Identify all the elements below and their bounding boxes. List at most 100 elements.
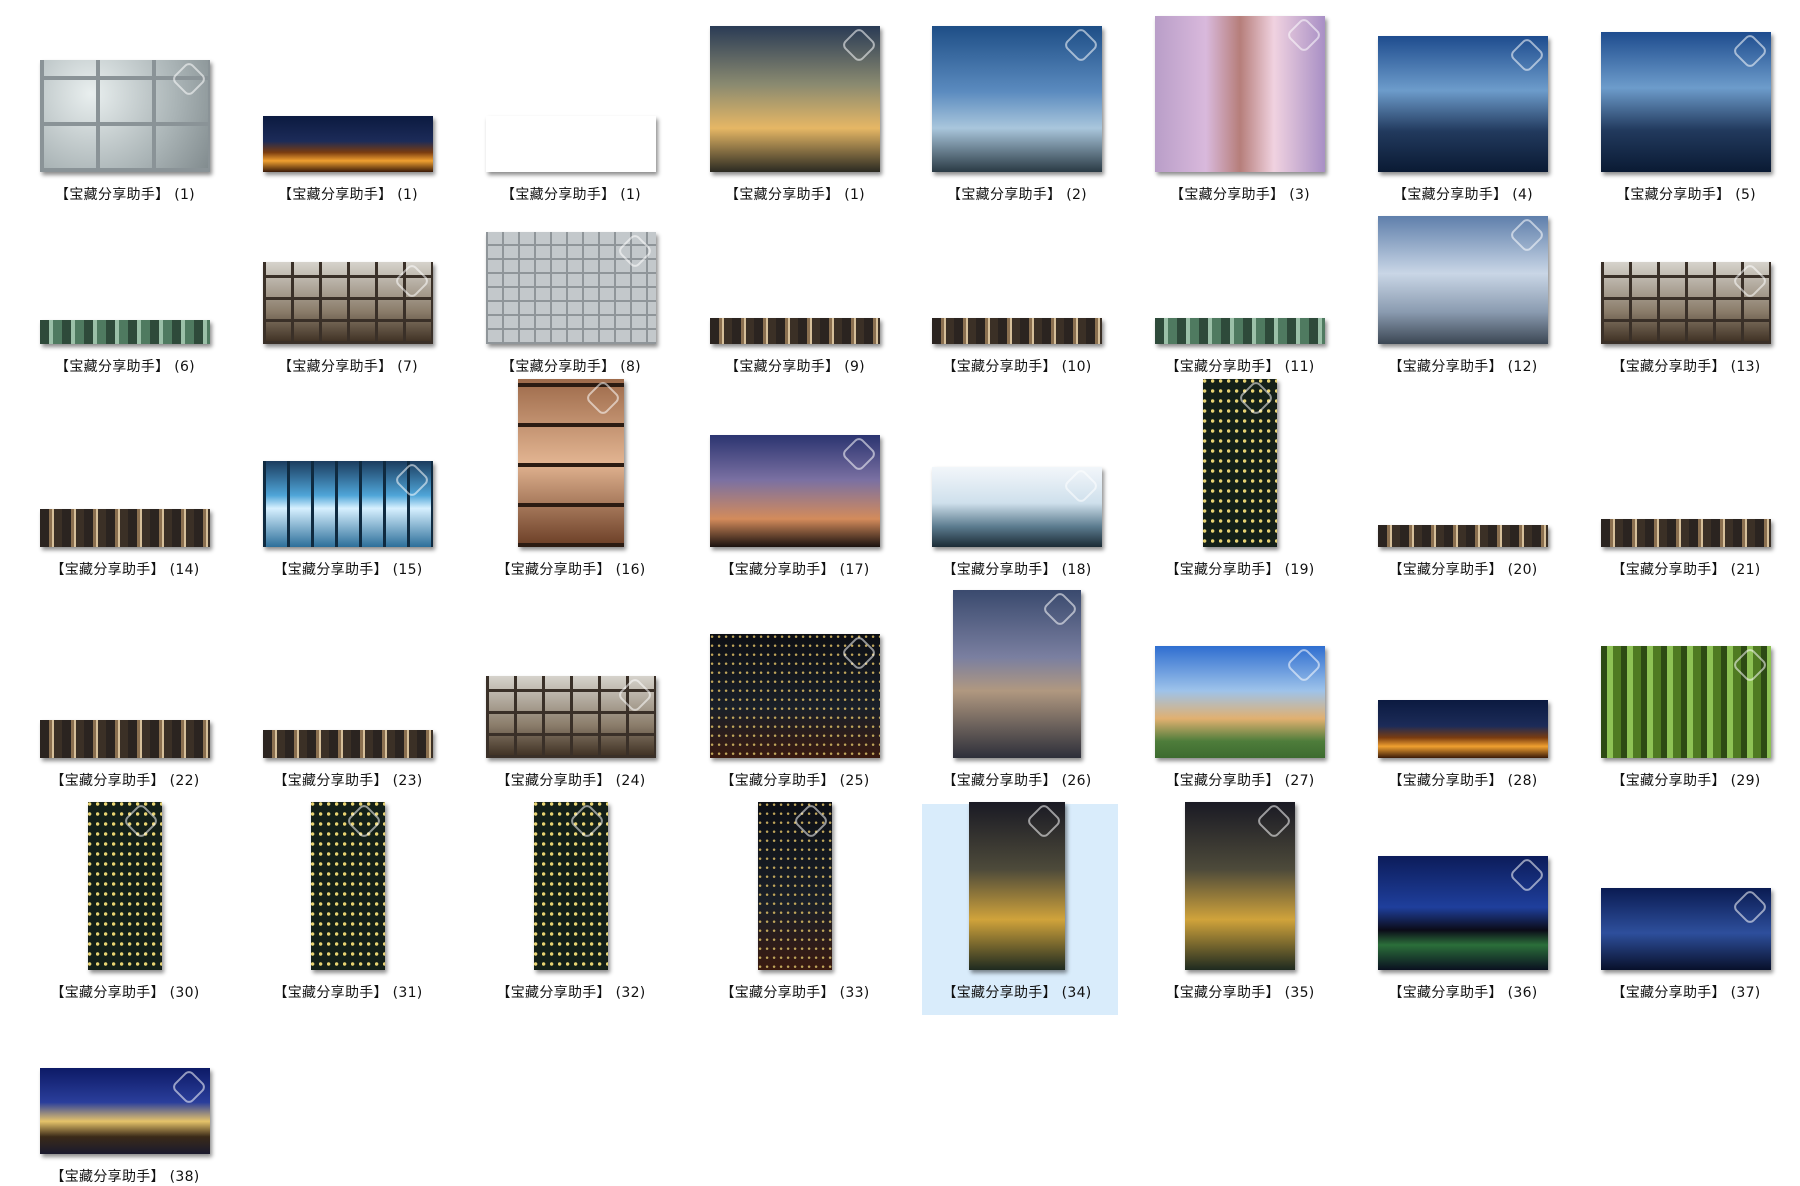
thumbnail-item[interactable]: 【宝藏分享助手】 (37) bbox=[1588, 806, 1784, 1002]
thumbnail-item[interactable]: 【宝藏分享助手】 (10) bbox=[919, 180, 1115, 376]
thumbnail-frame[interactable] bbox=[1365, 383, 1561, 553]
thumbnail-frame[interactable] bbox=[1142, 802, 1338, 976]
thumbnail-frame[interactable] bbox=[697, 8, 893, 178]
thumbnail-frame[interactable] bbox=[1588, 180, 1784, 350]
thumbnail-image[interactable] bbox=[1378, 700, 1548, 758]
thumbnail-frame[interactable] bbox=[27, 990, 223, 1160]
thumbnail-item[interactable]: 【宝藏分享助手】 (18) bbox=[919, 383, 1115, 579]
thumbnail-image[interactable] bbox=[1601, 262, 1771, 344]
thumbnail-item[interactable]: 【宝藏分享助手】 (34) bbox=[919, 802, 1118, 1015]
thumbnail-image[interactable] bbox=[710, 435, 880, 547]
thumbnail-frame[interactable] bbox=[27, 180, 223, 350]
thumbnail-item[interactable]: 【宝藏分享助手】 (1) bbox=[473, 8, 669, 204]
thumbnail-image[interactable] bbox=[1378, 36, 1548, 172]
thumbnail-frame[interactable] bbox=[697, 383, 893, 553]
thumbnail-image[interactable] bbox=[1203, 379, 1277, 547]
thumbnail-image[interactable] bbox=[263, 116, 433, 172]
thumbnail-item[interactable]: 【宝藏分享助手】 (28) bbox=[1365, 594, 1561, 790]
thumbnail-image[interactable] bbox=[534, 802, 608, 970]
thumbnail-item[interactable]: 【宝藏分享助手】 (15) bbox=[250, 383, 446, 579]
thumbnail-image[interactable] bbox=[486, 116, 656, 172]
thumbnail-item[interactable]: 【宝藏分享助手】 (6) bbox=[27, 180, 223, 376]
thumbnail-frame[interactable] bbox=[1365, 594, 1561, 764]
thumbnail-image[interactable] bbox=[932, 26, 1102, 172]
thumbnail-frame[interactable] bbox=[1365, 180, 1561, 350]
thumbnail-frame[interactable] bbox=[1142, 379, 1338, 553]
thumbnail-item[interactable]: 【宝藏分享助手】 (20) bbox=[1365, 383, 1561, 579]
thumbnail-image[interactable] bbox=[969, 802, 1065, 970]
thumbnail-frame[interactable] bbox=[1588, 594, 1784, 764]
thumbnail-item[interactable]: 【宝藏分享助手】 (17) bbox=[697, 383, 893, 579]
thumbnail-item[interactable]: 【宝藏分享助手】 (9) bbox=[697, 180, 893, 376]
thumbnail-item[interactable]: 【宝藏分享助手】 (29) bbox=[1588, 594, 1784, 790]
thumbnail-image[interactable] bbox=[1155, 646, 1325, 758]
thumbnail-item[interactable]: 【宝藏分享助手】 (35) bbox=[1142, 802, 1338, 1002]
thumbnail-item[interactable]: 【宝藏分享助手】 (7) bbox=[250, 180, 446, 376]
thumbnail-item[interactable]: 【宝藏分享助手】 (36) bbox=[1365, 806, 1561, 1002]
thumbnail-image[interactable] bbox=[40, 320, 210, 344]
thumbnail-frame[interactable] bbox=[1588, 806, 1784, 976]
thumbnail-image[interactable] bbox=[710, 318, 880, 344]
thumbnail-item[interactable]: 【宝藏分享助手】 (22) bbox=[27, 594, 223, 790]
thumbnail-frame[interactable] bbox=[473, 180, 669, 350]
thumbnail-frame[interactable] bbox=[250, 383, 446, 553]
thumbnail-frame[interactable] bbox=[250, 180, 446, 350]
thumbnail-image[interactable] bbox=[40, 60, 210, 172]
thumbnail-item[interactable]: 【宝藏分享助手】 (23) bbox=[250, 594, 446, 790]
thumbnail-frame[interactable] bbox=[27, 594, 223, 764]
thumbnail-item[interactable]: 【宝藏分享助手】 (27) bbox=[1142, 594, 1338, 790]
thumbnail-image[interactable] bbox=[1601, 646, 1771, 758]
thumbnail-item[interactable]: 【宝藏分享助手】 (14) bbox=[27, 383, 223, 579]
thumbnail-image[interactable] bbox=[1185, 802, 1295, 970]
thumbnail-image[interactable] bbox=[40, 509, 210, 547]
thumbnail-item[interactable]: 【宝藏分享助手】 (13) bbox=[1588, 180, 1784, 376]
thumbnail-image[interactable] bbox=[263, 262, 433, 344]
thumbnail-item[interactable]: 【宝藏分享助手】 (3) bbox=[1142, 8, 1338, 204]
thumbnail-frame[interactable] bbox=[250, 594, 446, 764]
thumbnail-image[interactable] bbox=[932, 318, 1102, 344]
thumbnail-image[interactable] bbox=[1155, 318, 1325, 344]
thumbnail-image[interactable] bbox=[486, 232, 656, 344]
thumbnail-image[interactable] bbox=[1378, 856, 1548, 970]
thumbnail-frame[interactable] bbox=[919, 802, 1115, 976]
thumbnail-image[interactable] bbox=[1601, 888, 1771, 970]
thumbnail-item[interactable]: 【宝藏分享助手】 (31) bbox=[250, 802, 446, 1002]
thumbnail-frame[interactable] bbox=[1142, 8, 1338, 178]
thumbnail-item[interactable]: 【宝藏分享助手】 (24) bbox=[473, 594, 669, 790]
thumbnail-item[interactable]: 【宝藏分享助手】 (1) bbox=[250, 8, 446, 204]
thumbnail-frame[interactable] bbox=[697, 594, 893, 764]
thumbnail-item[interactable]: 【宝藏分享助手】 (8) bbox=[473, 180, 669, 376]
thumbnail-image[interactable] bbox=[88, 802, 162, 970]
thumbnail-item[interactable]: 【宝藏分享助手】 (25) bbox=[697, 594, 893, 790]
thumbnail-item[interactable]: 【宝藏分享助手】 (1) bbox=[697, 8, 893, 204]
thumbnail-image[interactable] bbox=[311, 802, 385, 970]
thumbnail-item[interactable]: 【宝藏分享助手】 (33) bbox=[697, 802, 893, 1002]
thumbnail-image[interactable] bbox=[1601, 519, 1771, 547]
thumbnail-frame[interactable] bbox=[473, 379, 669, 553]
thumbnail-item[interactable]: 【宝藏分享助手】 (2) bbox=[919, 8, 1115, 204]
thumbnail-image[interactable] bbox=[1378, 216, 1548, 344]
thumbnail-frame[interactable] bbox=[1142, 180, 1338, 350]
thumbnail-image[interactable] bbox=[710, 634, 880, 758]
thumbnail-image[interactable] bbox=[710, 26, 880, 172]
thumbnail-image[interactable] bbox=[263, 730, 433, 758]
thumbnail-frame[interactable] bbox=[473, 594, 669, 764]
thumbnail-item[interactable]: 【宝藏分享助手】 (21) bbox=[1588, 383, 1784, 579]
thumbnail-frame[interactable] bbox=[473, 802, 669, 976]
thumbnail-frame[interactable] bbox=[697, 802, 893, 976]
thumbnail-frame[interactable] bbox=[250, 8, 446, 178]
thumbnail-item[interactable]: 【宝藏分享助手】 (12) bbox=[1365, 180, 1561, 376]
thumbnail-image[interactable] bbox=[932, 467, 1102, 547]
thumbnail-item[interactable]: 【宝藏分享助手】 (16) bbox=[473, 379, 669, 579]
thumbnail-image[interactable] bbox=[40, 1068, 210, 1154]
thumbnail-frame[interactable] bbox=[1588, 383, 1784, 553]
thumbnail-frame[interactable] bbox=[27, 383, 223, 553]
thumbnail-item[interactable]: 【宝藏分享助手】 (32) bbox=[473, 802, 669, 1002]
thumbnail-image[interactable] bbox=[40, 720, 210, 758]
thumbnail-item[interactable]: 【宝藏分享助手】 (38) bbox=[27, 990, 223, 1186]
thumbnail-frame[interactable] bbox=[919, 180, 1115, 350]
thumbnail-image[interactable] bbox=[263, 461, 433, 547]
thumbnail-frame[interactable] bbox=[250, 802, 446, 976]
thumbnail-item[interactable]: 【宝藏分享助手】 (11) bbox=[1142, 180, 1338, 376]
thumbnail-image[interactable] bbox=[518, 379, 624, 547]
